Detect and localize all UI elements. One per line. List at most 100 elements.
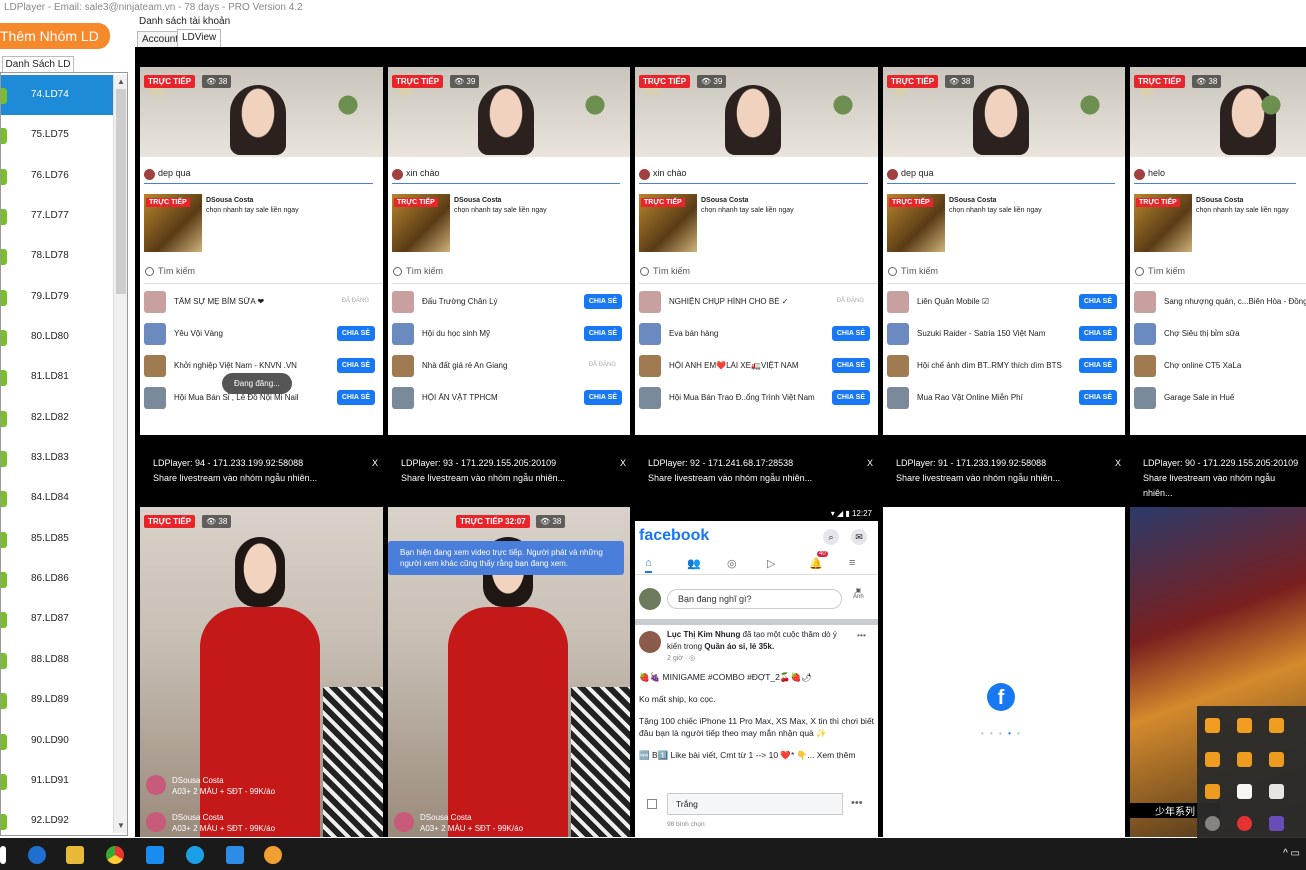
ld-list-item[interactable]: 91.LD91: [1, 761, 113, 801]
comment-input[interactable]: dep qua: [144, 168, 373, 184]
ld-list-item[interactable]: 75.LD75: [1, 115, 113, 155]
comment-input[interactable]: xin chào: [392, 168, 620, 184]
ld-list-item[interactable]: 86.LD86: [1, 559, 113, 599]
ld-list-item[interactable]: 81.LD81: [1, 357, 113, 397]
app-icon[interactable]: [226, 846, 244, 864]
home-icon[interactable]: ⌂: [645, 557, 652, 573]
share-button[interactable]: CHIA SẺ: [831, 390, 870, 405]
group-search-input[interactable]: Tìm kiếm: [887, 264, 1125, 284]
group-row[interactable]: Suzuki Raider - Satria 150 Việt Nam CHIA …: [887, 321, 1117, 349]
composer-input[interactable]: Bạn đang nghĩ gì?: [667, 589, 842, 609]
ld-list-item[interactable]: 90.LD90: [1, 721, 113, 761]
share-button[interactable]: CHIA SẺ: [583, 326, 622, 341]
post-options-icon[interactable]: •••: [857, 629, 866, 641]
group-row[interactable]: HỘI ĂN VẶT TPHCM CHIA SẺ: [392, 385, 622, 413]
ld-list-item[interactable]: 89.LD89: [1, 680, 113, 720]
emulator-screen[interactable]: TRỰC TIẾP 👁 39 xin chào TRỰC TIẾP DSousa Cos…: [388, 67, 630, 435]
comment-input[interactable]: dep qua: [887, 168, 1115, 184]
share-button[interactable]: CHIA SẺ: [1078, 294, 1117, 309]
emulator-screen[interactable]: TRỰC TIẾP 👁 38 dep qua TRỰC TIẾP DSousa Cost…: [140, 67, 383, 435]
notifications-icon[interactable]: 🔔: [809, 557, 823, 570]
watch-icon[interactable]: ▷: [767, 557, 775, 570]
photo-button[interactable]: ▣ Ảnh: [853, 587, 864, 600]
ld-list-item[interactable]: 92.LD92: [1, 801, 113, 835]
ld-list-item[interactable]: 83.LD83: [1, 438, 113, 478]
ld-list-item[interactable]: 85.LD85: [1, 519, 113, 559]
list-scrollbar[interactable]: ▲ ▼: [113, 75, 127, 833]
share-button[interactable]: CHIA SẺ: [831, 358, 870, 373]
post-author[interactable]: Lục Thị Kim Nhung: [667, 630, 740, 639]
group-row[interactable]: NGHIỆN CHỤP HÌNH CHO BÉ ✓ ĐÃ ĐĂNG: [639, 289, 870, 317]
ld-list-item[interactable]: 76.LD76: [1, 156, 113, 196]
skype-icon[interactable]: [186, 846, 204, 864]
ld-list-item[interactable]: 77.LD77: [1, 196, 113, 236]
edge-icon[interactable]: [28, 846, 46, 864]
ld-list-item[interactable]: 80.LD80: [1, 317, 113, 357]
share-button[interactable]: CHIA SẺ: [336, 358, 375, 373]
friends-icon[interactable]: 👥: [687, 557, 701, 570]
emulator-screen[interactable]: TRỰC TIẾP 👁 38 helo TRỰC TIẾP DSousa Costa ch…: [1130, 67, 1306, 435]
emulator-screen[interactable]: TRỰC TIẾP 👁 38 dep qua TRỰC TIẾP DSousa Cost…: [883, 67, 1125, 435]
group-row[interactable]: Sang nhượng quán, c...Biên Hòa - Đồng: [1134, 289, 1306, 317]
facebook-feed-screen[interactable]: ▾ ◢ ▮ 12:27 facebook ⌕ ✉ ⌂ 👥 ◎ ▷ 🔔 40 ≡ Bạn đang ng…: [635, 507, 878, 837]
emulator-screen[interactable]: TRỰC TIẾP 32:07 👁 38 Bạn hiện đang xem vid…: [388, 507, 630, 837]
scroll-thumb[interactable]: [116, 89, 126, 294]
menu-icon[interactable]: ≡: [849, 557, 855, 569]
share-button[interactable]: CHIA SẺ: [583, 390, 622, 405]
group-row[interactable]: Eva bán hàng CHIA SẺ: [639, 321, 870, 349]
close-instance-button[interactable]: X: [867, 456, 873, 471]
tab-ld-list[interactable]: Danh Sách LD: [2, 56, 74, 73]
emulator-screen[interactable]: TRỰC TIẾP 👁 39 xin chào TRỰC TIẾP DSousa Cos…: [635, 67, 878, 435]
group-row[interactable]: Garage Sale in Huế: [1134, 385, 1298, 413]
ld-list-item[interactable]: 82.LD82: [1, 398, 113, 438]
search-icon[interactable]: ⌕: [823, 529, 839, 545]
group-search-input[interactable]: Tìm kiếm: [144, 264, 383, 284]
ld-list-item[interactable]: 74.LD74: [1, 75, 113, 116]
comment-input[interactable]: xin chào: [639, 168, 868, 184]
share-button[interactable]: CHIA SẺ: [1078, 358, 1117, 373]
add-group-button[interactable]: Thêm Nhóm LD: [0, 23, 110, 49]
group-row[interactable]: HỘI ANH EM❤️LÁI XE🚛VIỆT NAM CHIA SẺ: [639, 353, 870, 381]
folder-icon[interactable]: [66, 846, 84, 864]
group-row[interactable]: TÂM SỰ MẸ BỈM SỮA ❤ ĐÃ ĐĂNG: [144, 289, 375, 317]
group-row[interactable]: Đấu Trường Chân Lý CHIA SẺ: [392, 289, 622, 317]
poll-option[interactable]: Trắng •••: [639, 793, 863, 817]
zalo-icon[interactable]: [146, 846, 164, 864]
messenger-icon[interactable]: ✉: [851, 529, 867, 545]
ld-list-item[interactable]: 88.LD88: [1, 640, 113, 680]
scroll-down-icon[interactable]: ▼: [116, 821, 126, 831]
tab-ldview[interactable]: LDView: [177, 29, 222, 47]
post-group[interactable]: Quần áo sỉ, lẻ 35k.: [704, 642, 774, 651]
comment-input[interactable]: helo: [1134, 168, 1296, 184]
group-search-input[interactable]: Tìm kiếm: [392, 264, 630, 284]
group-row[interactable]: Nhà đất giá rẻ An Giang ĐÃ ĐĂNG: [392, 353, 622, 381]
ld-list-item[interactable]: 87.LD87: [1, 599, 113, 639]
ldplayer-icon[interactable]: [264, 846, 282, 864]
ld-list-item[interactable]: 84.LD84: [1, 478, 113, 518]
share-button[interactable]: CHIA SẺ: [583, 294, 622, 309]
tray-chevron-icon[interactable]: ^ ▭: [1283, 848, 1300, 859]
group-row[interactable]: Hội chế ảnh dìm BT..RMY thích dìm BTS CHI…: [887, 353, 1117, 381]
emulator-screen[interactable]: TRỰC TIẾP 👁 38 DSousa Costa A03+ 2 MÀU + SĐ…: [140, 507, 383, 837]
groups-icon[interactable]: ◎: [727, 557, 737, 570]
share-button[interactable]: CHIA SẺ: [831, 326, 870, 341]
group-row[interactable]: Chợ Siêu thị bỉm sữa: [1134, 321, 1298, 349]
share-button[interactable]: CHIA SẺ: [1078, 326, 1117, 341]
share-button[interactable]: CHIA SẺ: [336, 390, 375, 405]
group-row[interactable]: Hội du học sinh Mỹ CHIA SẺ: [392, 321, 622, 349]
chrome-icon[interactable]: [106, 846, 124, 864]
close-instance-button[interactable]: X: [372, 456, 378, 471]
group-search-input[interactable]: Tìm kiếm: [639, 264, 878, 284]
group-row[interactable]: Hội Mua Bán Trao Đ..ổng Trình Việt Nam CH…: [639, 385, 870, 413]
share-button[interactable]: CHIA SẺ: [1078, 390, 1117, 405]
group-search-input[interactable]: Tìm kiếm: [1134, 264, 1306, 284]
start-icon[interactable]: [0, 846, 6, 864]
ld-list-item[interactable]: 79.LD79: [1, 277, 113, 317]
share-button[interactable]: CHIA SẺ: [336, 326, 375, 341]
poll-options-icon[interactable]: •••: [851, 797, 863, 809]
close-instance-button[interactable]: X: [1115, 456, 1121, 471]
close-instance-button[interactable]: X: [620, 456, 626, 471]
scroll-up-icon[interactable]: ▲: [116, 77, 126, 87]
group-row[interactable]: Mua Rao Vặt Online Miễn Phí CHIA SẺ: [887, 385, 1117, 413]
poll-checkbox[interactable]: [647, 799, 657, 809]
